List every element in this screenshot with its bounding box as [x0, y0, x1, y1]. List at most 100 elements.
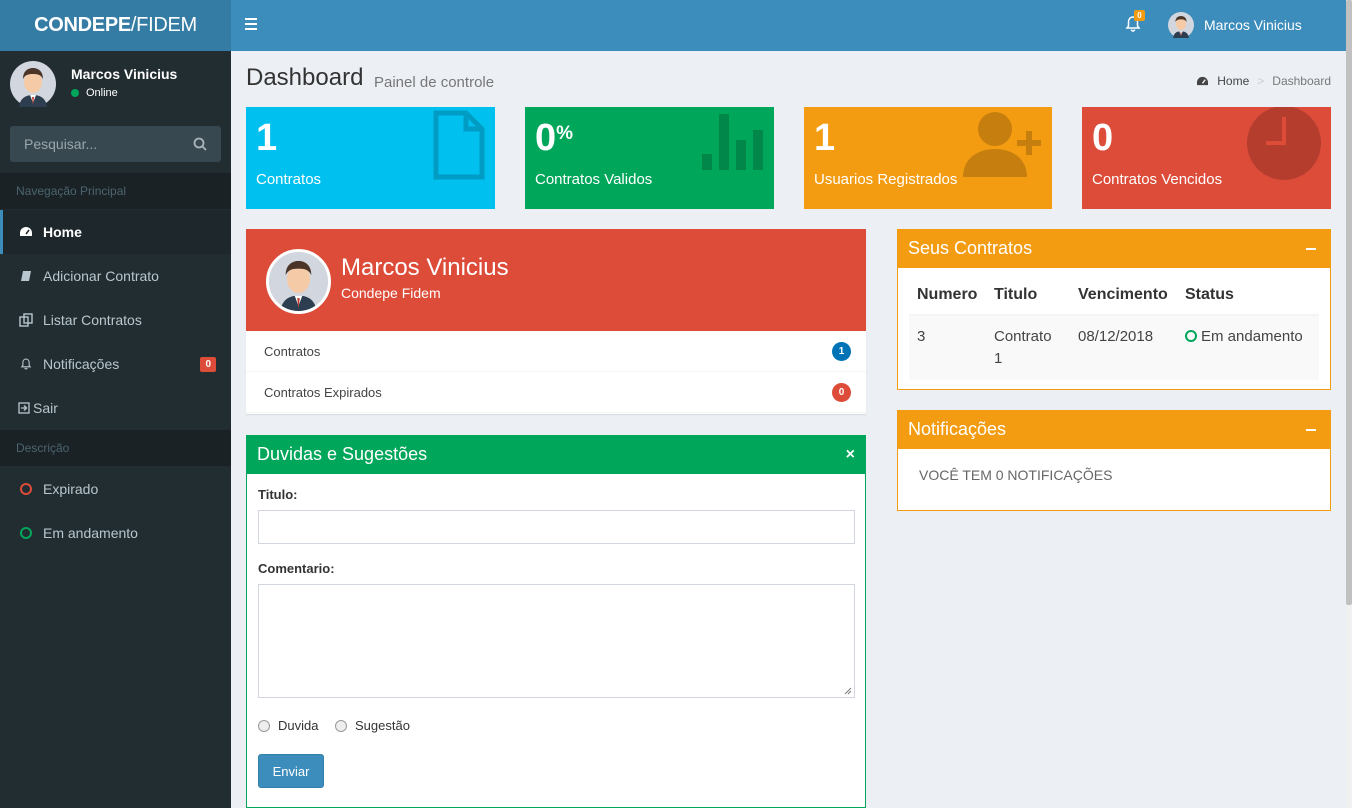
expired-count-badge: 0 — [832, 382, 851, 402]
column-header: Vencimento — [1070, 279, 1177, 316]
close-icon[interactable]: × — [846, 446, 855, 464]
contracts-box: Seus Contratos Numero Titulo Vencimento … — [897, 229, 1331, 390]
sign-out-icon — [18, 402, 30, 414]
sidebar-item-label: Home — [43, 224, 82, 240]
top-navbar: 0 Marcos Vinicius — [231, 0, 1346, 51]
online-status-label: Online — [86, 87, 118, 99]
cell-numero: 3 — [909, 315, 986, 380]
sidebar-user-panel: Marcos Vinicius Online — [10, 61, 221, 121]
logo-light-text: /FIDEM — [130, 14, 197, 36]
user-plus-icon — [963, 112, 1041, 177]
profile-row-contracts[interactable]: Contratos 1 — [246, 331, 866, 372]
avatar — [1168, 12, 1194, 38]
collapse-icon[interactable] — [1306, 428, 1316, 431]
radio-question[interactable]: Duvida — [258, 718, 318, 733]
nav-header-description: Descrição — [0, 430, 231, 466]
copy-icon — [18, 313, 34, 327]
stat-box-expired-contracts[interactable]: 0 Contratos Vencidos — [1082, 107, 1331, 209]
online-status: Online — [71, 87, 118, 99]
title-label: Titulo: — [258, 487, 298, 502]
contracts-count-badge: 1 — [832, 341, 851, 361]
stat-label: Contratos — [256, 171, 322, 188]
form-box-title: Duvidas e Sugestões — [257, 444, 428, 464]
feedback-form-box: Duvidas e Sugestões × Titulo: Comentario… — [246, 435, 866, 808]
table-row[interactable]: 3 Contrato 1 08/12/2018 Em andamento — [909, 315, 1319, 380]
user-menu[interactable]: Marcos Vinicius — [1168, 12, 1302, 38]
profile-header: Marcos Vinicius Condepe Fidem — [246, 229, 866, 331]
profile-name: Marcos Vinicius — [341, 254, 509, 281]
comment-textarea[interactable] — [258, 584, 855, 698]
logo-bold-text: CONDEPE — [34, 14, 131, 36]
row-label: Contratos — [264, 343, 321, 359]
page-scrollbar[interactable] — [1346, 0, 1352, 808]
sidebar-item-logout[interactable]: Sair — [0, 386, 231, 430]
avatar — [10, 61, 56, 107]
sidebar-item-label: Adicionar Contrato — [43, 268, 159, 284]
navbar-user-name: Marcos Vinicius — [1204, 17, 1302, 33]
stat-box-registered-users[interactable]: 1 Usuarios Registrados — [804, 107, 1052, 209]
column-header: Titulo — [986, 279, 1070, 316]
file-icon — [433, 110, 485, 180]
nav-header-main: Navegação Principal — [0, 173, 231, 209]
profile-organization: Condepe Fidem — [341, 285, 441, 301]
legend-label: Expirado — [43, 481, 99, 497]
resize-handle-icon[interactable] — [844, 687, 852, 695]
radio-suggestion[interactable]: Sugestão — [335, 718, 410, 733]
submit-button[interactable]: Enviar — [258, 754, 324, 788]
cell-vencimento: 08/12/2018 — [1070, 315, 1177, 380]
bell-icon — [18, 357, 34, 371]
notifications-box-header: Notificações — [897, 410, 1331, 449]
contracts-box-header: Seus Contratos — [897, 229, 1331, 268]
sidebar-toggle-button[interactable] — [245, 15, 261, 35]
sidebar: Marcos Vinicius Online Pesquisar... Nave… — [0, 51, 231, 808]
sidebar-item-notifications[interactable]: Notificações 0 — [0, 342, 231, 386]
cell-titulo: Contrato 1 — [986, 315, 1070, 380]
notifications-box-title: Notificações — [908, 419, 1007, 439]
column-header: Status — [1177, 279, 1319, 316]
legend-in-progress[interactable]: Em andamento — [0, 511, 231, 555]
stat-box-contracts[interactable]: 1 Contratos — [246, 107, 495, 209]
profile-row-expired-contracts[interactable]: Contratos Expirados 0 — [246, 372, 866, 413]
radio-label: Duvida — [278, 718, 319, 733]
breadcrumb-home-link[interactable]: Home — [1217, 74, 1249, 88]
app-logo[interactable]: CONDEPE/FIDEM — [0, 0, 231, 51]
sidebar-search-input[interactable]: Pesquisar... — [10, 126, 221, 162]
stat-value: 1 — [256, 117, 278, 159]
profile-widget: Marcos Vinicius Condepe Fidem Contratos … — [246, 229, 866, 414]
legend-label: Em andamento — [43, 525, 138, 541]
sidebar-item-label: Listar Contratos — [43, 312, 142, 328]
column-header: Numero — [909, 279, 986, 316]
notifications-badge: 0 — [200, 356, 216, 372]
collapse-icon[interactable] — [1306, 247, 1316, 250]
breadcrumb: Home > Dashboard — [1196, 74, 1331, 88]
page-subtitle: Painel de controle — [374, 74, 495, 91]
legend-expired[interactable]: Expirado — [0, 467, 231, 511]
status-text: Em andamento — [1201, 328, 1303, 345]
notifications-empty-text: VOCÊ TEM 0 NOTIFICAÇÕES — [919, 467, 1113, 483]
book-icon — [18, 270, 34, 282]
notification-count-badge: 0 — [1134, 10, 1145, 21]
stat-value: 0 — [1092, 117, 1114, 159]
notifications-box: Notificações VOCÊ TEM 0 NOTIFICAÇÕES — [897, 410, 1331, 511]
row-label: Contratos Expirados — [264, 384, 382, 400]
comment-label: Comentario: — [258, 561, 335, 576]
sidebar-item-add-contract[interactable]: Adicionar Contrato — [0, 254, 231, 298]
title-input[interactable] — [258, 510, 855, 544]
contracts-box-title: Seus Contratos — [908, 238, 1033, 258]
online-dot-icon — [71, 89, 79, 97]
sidebar-item-label: Notificações — [43, 356, 120, 372]
clock-icon — [1247, 107, 1321, 180]
search-icon[interactable] — [193, 137, 207, 151]
stat-box-valid-contracts[interactable]: 0% Contratos Validos — [525, 107, 774, 209]
circle-green-icon — [1185, 330, 1197, 342]
contracts-table: Numero Titulo Vencimento Status 3 Contra… — [909, 279, 1319, 380]
stat-value: 1 — [814, 117, 836, 159]
dashboard-icon — [18, 226, 34, 238]
stat-label: Contratos Validos — [535, 171, 653, 188]
radio-circle-icon — [258, 719, 270, 732]
sidebar-item-home[interactable]: Home — [0, 210, 231, 254]
sidebar-item-list-contracts[interactable]: Listar Contratos — [0, 298, 231, 342]
stat-label: Contratos Vencidos — [1092, 171, 1223, 188]
cell-status: Em andamento — [1177, 315, 1319, 380]
radio-circle-icon — [335, 719, 347, 732]
